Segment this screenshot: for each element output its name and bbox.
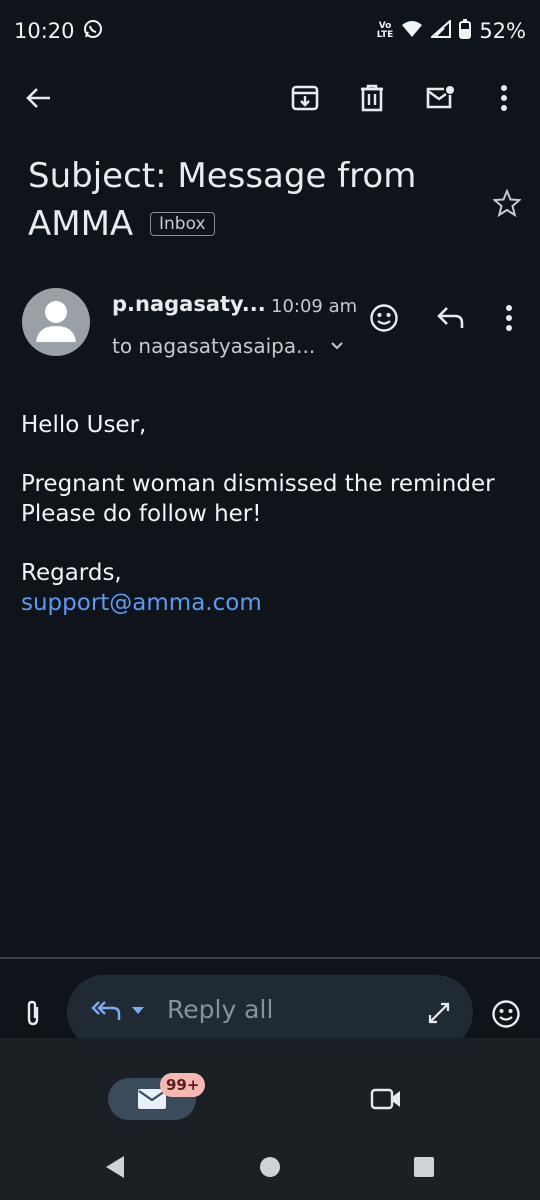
divider xyxy=(0,957,540,959)
square-recents-icon xyxy=(414,1157,434,1177)
email-subject: Subject: Message from AMMA Inbox xyxy=(28,152,468,248)
reply-all-label: Reply all xyxy=(167,995,274,1024)
body-line-2: Please do follow her! xyxy=(21,501,262,527)
top-app-bar xyxy=(0,70,540,126)
add-reaction-button[interactable] xyxy=(366,300,402,336)
signal-icon xyxy=(429,18,452,43)
nav-meet-tab[interactable] xyxy=(368,1084,404,1114)
reply-all-icon xyxy=(91,997,121,1025)
person-icon xyxy=(36,301,76,342)
arrow-back-icon xyxy=(26,88,50,108)
triangle-back-icon xyxy=(106,1156,124,1178)
archive-icon xyxy=(291,85,319,111)
chevron-down-icon xyxy=(330,342,343,350)
message-more-button[interactable] xyxy=(498,300,520,336)
attach-button[interactable] xyxy=(20,996,46,1030)
recipient-text: to nagasatyasaipa... xyxy=(112,334,316,358)
bottom-navigation: 99+ xyxy=(0,1038,540,1200)
back-button[interactable] xyxy=(18,74,58,122)
unread-count-badge: 99+ xyxy=(160,1073,206,1097)
body-line-1: Pregnant woman dismissed the reminder xyxy=(21,471,495,497)
delete-button[interactable] xyxy=(352,74,392,122)
more-options-button[interactable] xyxy=(490,74,518,122)
volte-icon: Vo LTE xyxy=(377,22,394,40)
expand-compose-button[interactable] xyxy=(425,999,453,1027)
body-greeting: Hello User, xyxy=(21,412,147,438)
archive-button[interactable] xyxy=(284,74,326,122)
reply-icon xyxy=(437,307,464,328)
mark-unread-button[interactable] xyxy=(420,74,460,122)
email-time: 10:09 am xyxy=(271,296,358,317)
circle-home-icon xyxy=(260,1157,280,1177)
battery-icon xyxy=(459,18,472,44)
email-body: Hello User, Pregnant woman dismissed the… xyxy=(21,410,521,618)
subject-text: Subject: Message from AMMA xyxy=(28,156,417,244)
sender-name[interactable]: p.nagasaty... xyxy=(112,292,266,316)
whatsapp-icon xyxy=(83,19,103,44)
system-home-button[interactable] xyxy=(255,1152,285,1182)
attachment-icon xyxy=(27,1000,39,1026)
compose-emoji-button[interactable] xyxy=(488,996,524,1032)
signature-email-link[interactable]: support@amma.com xyxy=(21,590,262,616)
star-icon xyxy=(493,189,521,217)
body-closing: Regards, xyxy=(21,560,122,586)
more-vert-icon xyxy=(506,305,512,331)
battery-percent: 52% xyxy=(479,19,526,43)
star-button[interactable] xyxy=(492,188,522,218)
videocam-icon xyxy=(370,1088,400,1110)
emoji-icon xyxy=(370,304,398,332)
status-time: 10:20 xyxy=(14,19,75,43)
system-back-button[interactable] xyxy=(100,1152,130,1182)
volte-bottom: LTE xyxy=(376,30,394,40)
caret-down-icon xyxy=(132,1007,144,1014)
expand-icon xyxy=(428,1002,450,1024)
system-recents-button[interactable] xyxy=(409,1152,439,1182)
reply-mode-dropdown[interactable] xyxy=(131,1005,145,1017)
wifi-icon xyxy=(401,19,423,43)
sender-avatar[interactable] xyxy=(22,288,90,356)
inbox-label-chip[interactable]: Inbox xyxy=(150,212,215,236)
mark-unread-icon xyxy=(426,86,454,109)
status-bar: 10:20 Vo LTE 52% xyxy=(0,0,540,62)
trash-icon xyxy=(361,84,383,112)
reply-button[interactable] xyxy=(432,300,470,336)
more-vert-icon xyxy=(501,85,507,111)
recipient-line[interactable]: to nagasatyasaipa... xyxy=(112,334,344,358)
emoji-icon xyxy=(492,1000,520,1028)
